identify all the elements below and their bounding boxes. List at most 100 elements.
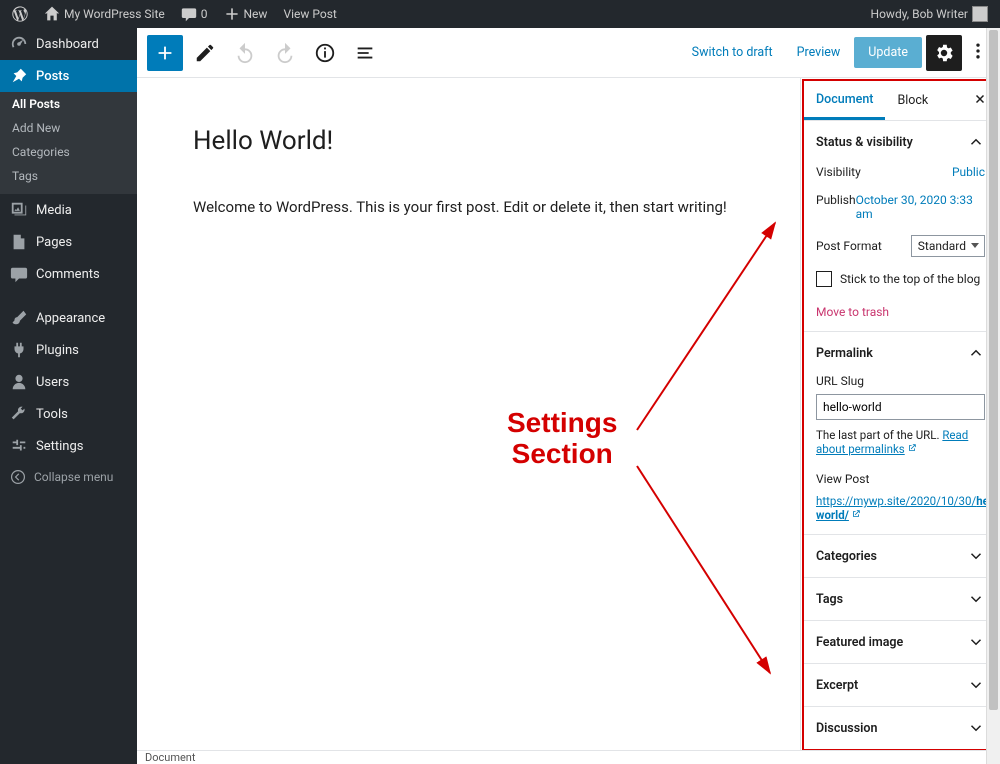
chevron-down-icon: [967, 719, 985, 737]
visibility-value[interactable]: Public: [952, 165, 985, 179]
post-body[interactable]: Welcome to WordPress. This is your first…: [193, 198, 753, 216]
panel-excerpt[interactable]: Excerpt: [804, 664, 997, 707]
menu-appearance[interactable]: Appearance: [0, 302, 137, 334]
update-button[interactable]: Update: [854, 37, 922, 68]
wp-logo[interactable]: [4, 0, 36, 28]
menu-posts[interactable]: Posts: [0, 60, 137, 92]
url-slug-input[interactable]: [816, 394, 985, 420]
panel-discussion[interactable]: Discussion: [804, 707, 997, 749]
comment-icon: [181, 6, 197, 22]
home-icon: [44, 6, 60, 22]
external-icon: [907, 442, 917, 452]
publish-label: Publish: [816, 193, 856, 221]
menu-settings[interactable]: Settings: [0, 430, 137, 462]
chevron-down-icon: [967, 676, 985, 694]
page-icon: [10, 233, 28, 251]
redo-icon: [274, 42, 296, 64]
brush-icon: [10, 309, 28, 327]
editor-canvas[interactable]: Hello World! Welcome to WordPress. This …: [137, 78, 800, 750]
post-title[interactable]: Hello World!: [193, 126, 800, 156]
undo-icon: [234, 42, 256, 64]
sticky-label: Stick to the top of the blog: [840, 272, 980, 286]
preview-link[interactable]: Preview: [787, 45, 851, 60]
chevron-up-icon: [967, 344, 985, 362]
url-slug-label: URL Slug: [816, 374, 985, 388]
edit-mode-button[interactable]: [187, 35, 223, 71]
pencil-icon: [194, 42, 216, 64]
chevron-down-icon: [967, 633, 985, 651]
new-label: New: [244, 7, 268, 21]
admin-bar: My WordPress Site 0 New View Post Howdy,…: [0, 0, 1000, 28]
menu-plugins[interactable]: Plugins: [0, 334, 137, 366]
info-button[interactable]: [307, 35, 343, 71]
breadcrumb[interactable]: Document: [145, 751, 195, 764]
permalink-desc: The last part of the URL. Read about per…: [816, 428, 985, 456]
site-link[interactable]: My WordPress Site: [36, 0, 173, 28]
menu-dashboard[interactable]: Dashboard: [0, 28, 137, 60]
publish-value[interactable]: October 30, 2020 3:33 am: [856, 193, 985, 221]
permalink-heading[interactable]: Permalink: [816, 344, 985, 362]
view-post-link[interactable]: View Post: [275, 0, 344, 28]
menu-pages[interactable]: Pages: [0, 226, 137, 258]
sidebar-tabs: Document Block: [804, 81, 997, 121]
permalink-url[interactable]: https://mywp.site/2020/10/30/hello-world…: [816, 494, 1000, 522]
plus-icon: [154, 42, 176, 64]
sliders-icon: [10, 437, 28, 455]
kebab-icon: [968, 41, 988, 61]
post-format-select[interactable]: Standard: [911, 235, 985, 257]
chevron-down-icon: [967, 547, 985, 565]
menu-tools[interactable]: Tools: [0, 398, 137, 430]
panel-featured-image[interactable]: Featured image: [804, 621, 997, 664]
menu-collapse[interactable]: Collapse menu: [0, 462, 137, 492]
tab-document[interactable]: Document: [804, 81, 885, 120]
howdy-account[interactable]: Howdy, Bob Writer: [863, 0, 996, 28]
panel-categories[interactable]: Categories: [804, 535, 997, 578]
post-format-label: Post Format: [816, 239, 882, 253]
site-name: My WordPress Site: [64, 7, 165, 21]
redo-button[interactable]: [267, 35, 303, 71]
gear-icon: [933, 42, 955, 64]
outline-button[interactable]: [347, 35, 383, 71]
menu-media[interactable]: Media: [0, 194, 137, 226]
panel-status-visibility: Status & visibility Visibility Public Pub…: [804, 121, 997, 332]
submenu-categories[interactable]: Categories: [0, 140, 137, 164]
editor-toolbar: Switch to draft Preview Update: [137, 28, 1000, 78]
scrollbar-thumb[interactable]: [989, 30, 998, 710]
editor-footer: Document: [137, 750, 1000, 764]
settings-toggle[interactable]: [926, 35, 962, 71]
visibility-label: Visibility: [816, 165, 861, 179]
submenu-tags[interactable]: Tags: [0, 164, 137, 188]
annotation-arrows: [137, 78, 800, 750]
external-icon: [851, 508, 861, 518]
panel-permalink: Permalink URL Slug The last part of the …: [804, 332, 997, 535]
plugin-icon: [10, 341, 28, 359]
collapse-icon: [10, 469, 26, 485]
scrollbar[interactable]: [986, 28, 1000, 764]
submenu-all-posts[interactable]: All Posts: [0, 92, 137, 116]
menu-users[interactable]: Users: [0, 366, 137, 398]
submenu-add-new[interactable]: Add New: [0, 116, 137, 140]
switch-to-draft[interactable]: Switch to draft: [682, 45, 783, 60]
chevron-up-icon: [967, 133, 985, 151]
plus-icon: [224, 6, 240, 22]
info-icon: [314, 42, 336, 64]
move-to-trash[interactable]: Move to trash: [816, 305, 985, 319]
menu-comments[interactable]: Comments: [0, 258, 137, 290]
comments-link[interactable]: 0: [173, 0, 216, 28]
add-block-button[interactable]: [147, 35, 183, 71]
user-icon: [10, 373, 28, 391]
wordpress-icon: [12, 6, 28, 22]
comments-icon: [10, 265, 28, 283]
settings-sidebar: Document Block Status & visibility Visib…: [800, 78, 1000, 750]
wrench-icon: [10, 405, 28, 423]
close-icon: [973, 92, 987, 106]
tab-block[interactable]: Block: [885, 81, 940, 120]
sticky-checkbox[interactable]: [816, 271, 832, 287]
new-content[interactable]: New: [216, 0, 276, 28]
undo-button[interactable]: [227, 35, 263, 71]
dashboard-icon: [10, 35, 28, 53]
editor-workspace: Switch to draft Preview Update Hello Wor…: [137, 28, 1000, 764]
status-heading[interactable]: Status & visibility: [816, 133, 985, 151]
pin-icon: [10, 67, 28, 85]
panel-tags[interactable]: Tags: [804, 578, 997, 621]
